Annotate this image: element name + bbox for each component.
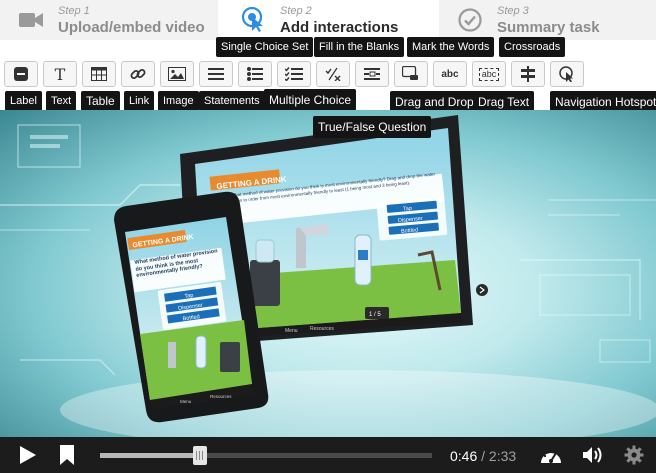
video-canvas[interactable]: GETTING A DRINK What method of water pro… xyxy=(0,110,656,437)
interactive-video-editor: Step 1 Upload/embed video Step 2 Add int… xyxy=(0,0,656,473)
time-separator: / xyxy=(481,448,486,464)
interactions-toolbar: T abc abc Single Choice Set Fill in the … xyxy=(0,37,656,113)
statements-icon xyxy=(208,68,224,80)
progress-bar[interactable] xyxy=(100,446,432,465)
tooltip-fill-in-the-blanks: Fill in the Blanks xyxy=(314,37,405,57)
tablet-option-1: Tap xyxy=(403,206,412,213)
link-button[interactable] xyxy=(121,61,155,87)
mark-the-words-button[interactable]: abc xyxy=(433,61,467,87)
phone-menu-label: Menu xyxy=(180,399,192,404)
drag-and-drop-button[interactable] xyxy=(394,61,428,87)
single-choice-icon xyxy=(247,67,263,81)
single-choice-set-button[interactable] xyxy=(238,61,272,87)
step-name: Summary task xyxy=(497,18,600,36)
tooltip-crossroads: Crossroads xyxy=(499,37,566,57)
tooltip-multiple-choice: Multiple Choice xyxy=(264,89,357,111)
table-icon xyxy=(91,67,107,81)
step-add-interactions[interactable]: Step 2 Add interactions xyxy=(218,0,439,40)
text-button[interactable]: T xyxy=(43,61,77,87)
mark-words-icon: abc xyxy=(441,68,459,80)
bookmark-icon xyxy=(60,445,74,465)
progress-handle[interactable] xyxy=(192,446,207,465)
tooltip-table: Table xyxy=(81,91,120,111)
label-icon xyxy=(14,67,28,81)
volume-button[interactable] xyxy=(581,443,605,467)
steps-bar: Step 1 Upload/embed video Step 2 Add int… xyxy=(0,0,656,40)
label-button[interactable] xyxy=(4,61,38,87)
drag-text-button[interactable]: abc xyxy=(472,61,506,87)
drag-drop-icon xyxy=(402,66,418,80)
image-button[interactable] xyxy=(160,61,194,87)
tablet-menu-label: Menu xyxy=(285,328,298,334)
video-camera-icon xyxy=(18,7,44,33)
speedometer-icon xyxy=(541,449,561,463)
step-name: Add interactions xyxy=(280,18,399,36)
tooltip-mark-the-words: Mark the Words xyxy=(407,37,495,57)
fill-blanks-icon xyxy=(364,68,380,80)
settings-button[interactable] xyxy=(622,443,646,467)
check-circle-icon xyxy=(457,7,483,33)
gear-icon xyxy=(624,445,644,465)
step-number: Step 3 xyxy=(497,4,529,17)
play-icon xyxy=(20,446,36,464)
fill-in-the-blanks-button[interactable] xyxy=(355,61,389,87)
text-icon: T xyxy=(54,64,66,84)
tablet-resources-label: Resources xyxy=(310,326,334,332)
progress-played xyxy=(100,453,200,458)
current-time: 0:46 xyxy=(450,448,478,464)
step-number: Step 2 xyxy=(280,4,312,17)
play-button[interactable] xyxy=(14,443,40,467)
step-name: Upload/embed video xyxy=(58,18,205,36)
bookmark-button[interactable] xyxy=(56,443,78,467)
tooltip-link: Link xyxy=(124,91,155,111)
multiple-choice-icon xyxy=(285,67,303,81)
link-icon xyxy=(130,69,146,79)
tooltip-label: Label xyxy=(5,91,42,111)
video-controls: 0:46 / 2:33 xyxy=(0,437,656,473)
volume-icon xyxy=(583,447,602,463)
tooltip-text: Text xyxy=(46,91,77,111)
true-false-icon xyxy=(325,67,341,81)
tooltip-true-false-question: True/False Question xyxy=(313,116,432,138)
tablet-page-indicator: 1 / 5 xyxy=(369,312,381,318)
phone-option-1: Tap xyxy=(184,293,194,300)
tooltip-image: Image xyxy=(158,91,199,111)
hotspot-icon xyxy=(559,66,573,82)
playback-speed-button[interactable] xyxy=(538,443,564,467)
navigation-hotspot-button[interactable] xyxy=(550,61,584,87)
true-false-button[interactable] xyxy=(316,61,350,87)
step-number: Step 1 xyxy=(58,4,90,17)
step-upload[interactable]: Step 1 Upload/embed video xyxy=(0,0,218,40)
duration: 2:33 xyxy=(488,448,517,464)
crossroads-icon xyxy=(521,66,535,82)
time-display: 0:46 / 2:33 xyxy=(450,448,516,464)
image-icon xyxy=(168,67,186,81)
step-summary[interactable]: Step 3 Summary task xyxy=(439,0,656,40)
drag-text-icon: abc xyxy=(478,67,500,81)
table-button[interactable] xyxy=(82,61,116,87)
statements-button[interactable] xyxy=(199,61,233,87)
phone-resources-label: Resources xyxy=(210,394,232,399)
tap-icon xyxy=(240,7,266,33)
tooltip-single-choice-set: Single Choice Set xyxy=(216,37,314,57)
tooltip-statements: Statements xyxy=(199,91,265,111)
crossroads-button[interactable] xyxy=(511,61,545,87)
multiple-choice-button[interactable] xyxy=(277,61,311,87)
